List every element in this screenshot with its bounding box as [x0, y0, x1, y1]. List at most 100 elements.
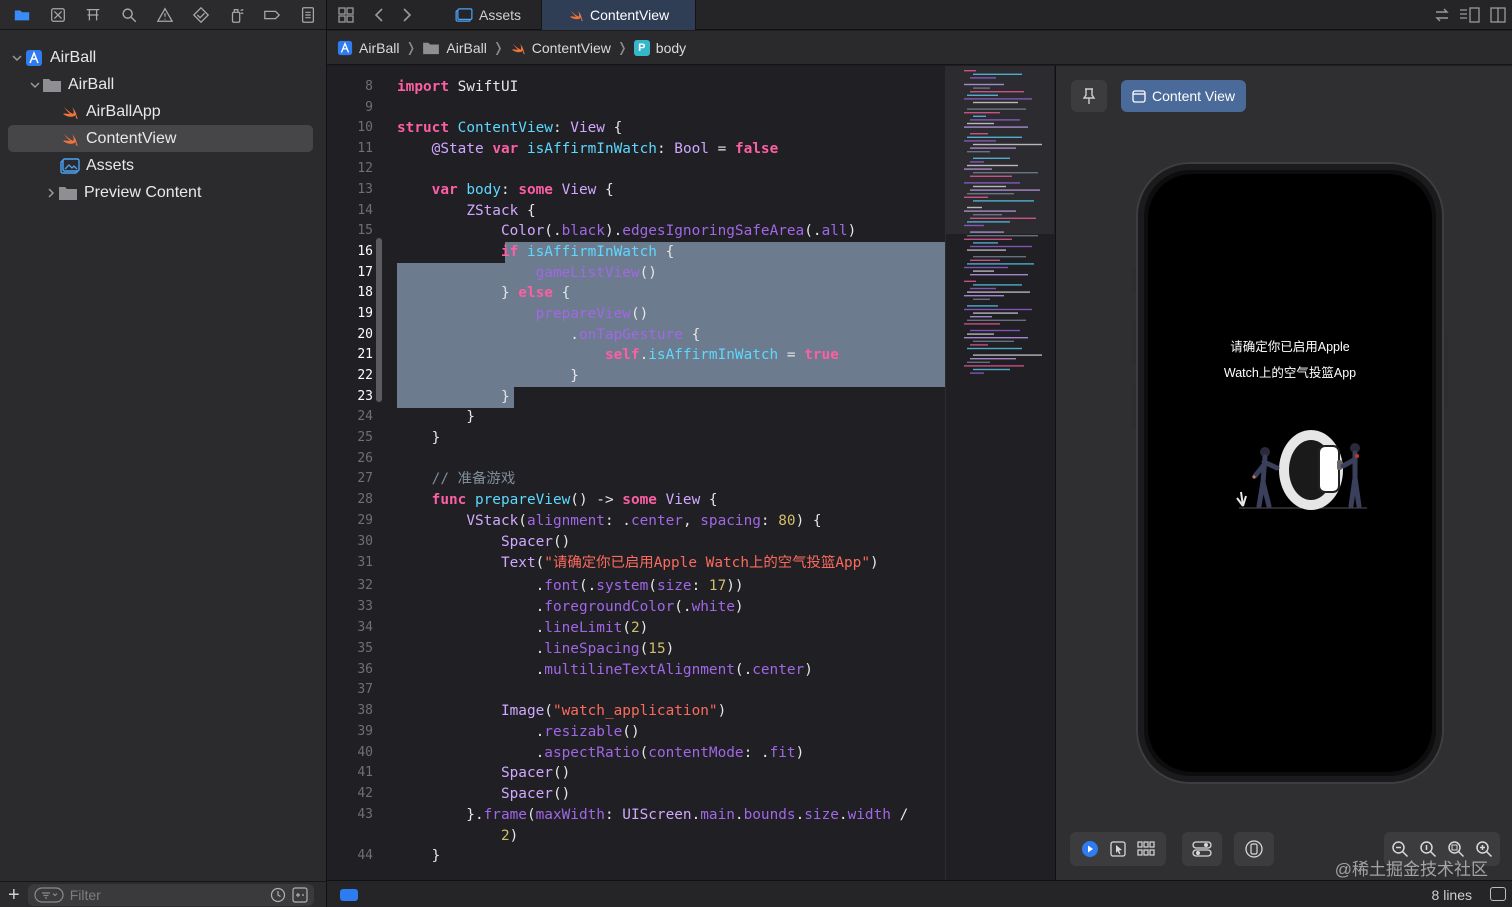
code-area[interactable]: import SwiftUI struct ContentView: View … — [397, 66, 945, 880]
report-icon[interactable] — [290, 0, 326, 30]
prompt-line-2: Watch上的空气投篮App — [1223, 366, 1357, 380]
minimap-line — [970, 316, 992, 318]
code-line: .font(.system(size: 17)) — [397, 578, 744, 594]
warning-icon[interactable] — [147, 0, 183, 30]
code-line: VStack(alignment: .center, spacing: 80) … — [466, 513, 822, 529]
code-line: } — [397, 430, 441, 446]
chevron-right-icon[interactable] — [44, 186, 58, 200]
code-line: @State var isAffirmInWatch: Bool = false — [431, 141, 779, 157]
breadcrumb-item-symbol[interactable]: P body — [633, 39, 687, 56]
volume-up-button — [1132, 318, 1136, 366]
tab-contentview[interactable]: ContentView — [542, 0, 697, 30]
pin-icon[interactable] — [1071, 80, 1107, 112]
variants-grid-icon[interactable] — [1132, 835, 1160, 863]
hide-debug-area-icon[interactable] — [1490, 887, 1506, 901]
tab-assets[interactable]: Assets — [435, 0, 543, 30]
grid-icon[interactable] — [327, 0, 365, 30]
device-picker-icon[interactable] — [1240, 835, 1268, 863]
tree-item-group[interactable]: AirBall — [0, 71, 326, 98]
swift-icon — [60, 103, 80, 121]
assets-icon — [60, 157, 80, 175]
tab-label: Assets — [479, 6, 522, 23]
source-control-filter-icon[interactable] — [292, 886, 308, 903]
breadcrumb-separator-icon: ❭ — [405, 39, 417, 55]
minimap-line — [973, 270, 994, 272]
editor-options-icon[interactable] — [1456, 0, 1484, 30]
volume-down-button — [1132, 382, 1136, 430]
content-view-preview-chip[interactable]: Content View — [1121, 80, 1247, 112]
watch-application-illustration — [1236, 430, 1367, 510]
chevron-right-icon[interactable] — [393, 0, 421, 30]
line-number-gutter: 8 9 10 11 12 13 14 15 16 17 18 19 20 21 22 23 24 25 26 27 28… — [327, 66, 379, 880]
debug-area-toggle-icon[interactable] — [340, 889, 358, 901]
recent-files-clock-icon[interactable] — [270, 887, 286, 903]
watermark-text: @稀土掘金技术社区 — [1334, 860, 1488, 879]
line-number: 20 — [357, 327, 373, 342]
selectable-cursor-icon[interactable] — [1104, 835, 1132, 863]
tree-item-label: AirBallApp — [86, 102, 161, 120]
change-indicator-bar[interactable] — [376, 238, 382, 402]
tree-item-assets[interactable]: Assets — [0, 152, 326, 179]
breakpoint-icon[interactable] — [254, 0, 290, 30]
preview-window-icon — [1132, 89, 1146, 103]
minimap-line — [964, 112, 1000, 114]
breadcrumb: AirBall ❭ AirBall ❭ ContentView ❭ P body — [327, 31, 1512, 65]
minimap[interactable] — [945, 66, 1055, 880]
breadcrumb-label: body — [655, 39, 687, 56]
line-number: 41 — [357, 765, 373, 780]
code-line: self.isAffirmInWatch = true — [604, 347, 839, 363]
project-navigator-folder-icon[interactable] — [4, 0, 40, 30]
minimap-line — [967, 94, 998, 96]
code-line: struct ContentView: View { — [397, 120, 623, 136]
swap-arrows-icon[interactable] — [1428, 0, 1456, 30]
line-number: 39 — [357, 724, 373, 739]
tree-item-label: AirBall — [50, 48, 97, 66]
line-number: 28 — [357, 492, 373, 507]
code-line: gameListView() — [535, 265, 657, 281]
debug-spray-icon[interactable] — [219, 0, 255, 30]
line-number: 44 — [357, 848, 373, 863]
test-diamond-icon[interactable] — [183, 0, 219, 30]
tree-item-file-selected[interactable]: ContentView — [8, 125, 313, 152]
line-number: 19 — [357, 306, 373, 321]
search-icon[interactable] — [111, 0, 147, 30]
filter-field[interactable]: Filter — [27, 883, 314, 906]
device-screen[interactable]: 请确定你已启用Apple Watch上的空气投篮App — [1148, 174, 1432, 772]
breadcrumb-separator-icon: ❭ — [616, 39, 628, 55]
filter-options-icon[interactable] — [34, 886, 64, 903]
device-settings-toggle-icon[interactable] — [1188, 835, 1216, 863]
breadcrumb-item-file[interactable]: ContentView — [510, 40, 611, 56]
minimap-line — [964, 224, 984, 227]
live-preview-play-icon[interactable] — [1076, 835, 1104, 863]
line-number: 33 — [357, 599, 373, 614]
add-icon[interactable]: + — [8, 885, 20, 905]
source-editor[interactable]: 8 9 10 11 12 13 14 15 16 17 18 19 20 21 22 23 24 25 26 27 28… — [327, 66, 945, 880]
minimap-line — [973, 284, 1022, 286]
minimap-line — [967, 319, 1026, 321]
line-number: 29 — [357, 513, 373, 528]
tree-item-preview-content[interactable]: Preview Content — [0, 179, 326, 206]
chevron-down-icon[interactable] — [10, 51, 24, 65]
breadcrumb-item-group[interactable]: AirBall — [422, 40, 487, 56]
symbol-navigator-icon[interactable] — [76, 0, 112, 30]
tree-item-file[interactable]: AirBallApp — [0, 98, 326, 125]
swift-icon — [568, 8, 584, 22]
code-line: Image("watch_application") — [500, 703, 727, 719]
line-number: 9 — [365, 100, 373, 115]
minimap-line — [970, 161, 984, 163]
minimap-line — [967, 347, 1022, 350]
chevron-left-icon[interactable] — [365, 0, 393, 30]
code-line: var body: some View { — [431, 182, 614, 198]
navigator-toolbar — [0, 0, 326, 30]
chevron-down-icon[interactable] — [28, 78, 42, 92]
prompt-line-1: 请确定你已启用Apple — [1230, 340, 1350, 354]
minimap-line — [973, 157, 1010, 159]
code-line: .lineSpacing(15) — [397, 641, 675, 657]
source-control-icon[interactable] — [40, 0, 76, 30]
breadcrumb-item-project[interactable]: AirBall — [337, 40, 399, 56]
tree-item-project[interactable]: AirBall — [0, 44, 326, 71]
add-editor-icon[interactable] — [1484, 0, 1512, 30]
swift-icon — [510, 41, 526, 55]
code-line: // 准备游戏 — [431, 471, 516, 487]
code-line: .aspectRatio(contentMode: .fit) — [397, 745, 805, 761]
